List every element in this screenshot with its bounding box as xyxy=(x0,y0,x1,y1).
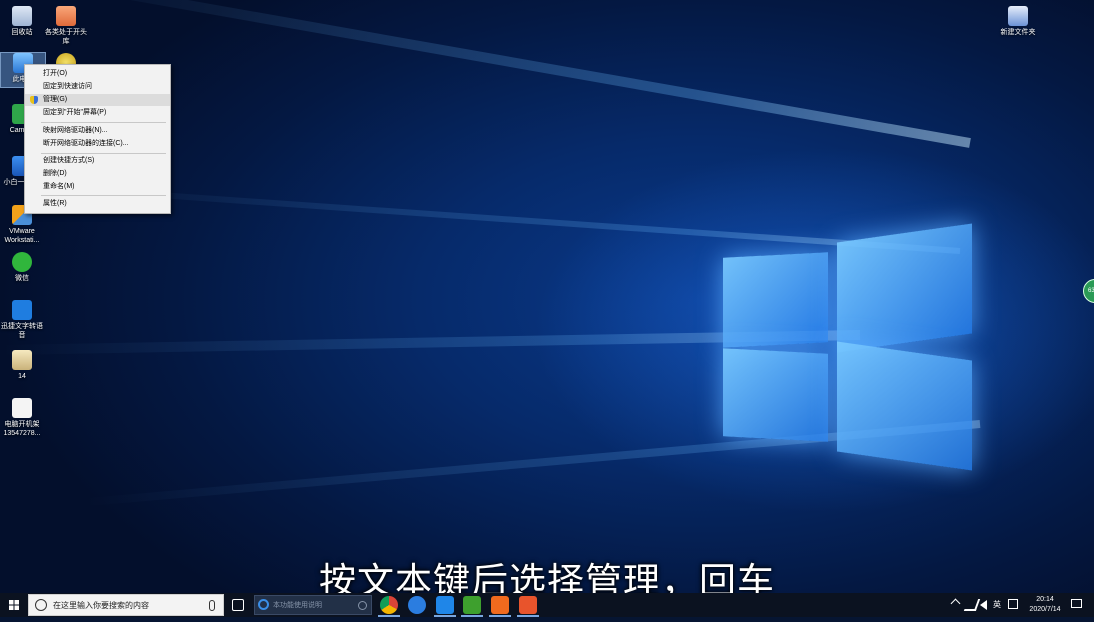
music-file-icon xyxy=(12,398,32,418)
edge-icon[interactable] xyxy=(408,596,426,614)
folder-icon xyxy=(56,6,76,26)
desktop-icon-label: 各类处于开头库 xyxy=(45,29,87,45)
ie-icon xyxy=(258,599,269,610)
volume-icon[interactable] xyxy=(980,600,987,610)
desktop-icon-new-folder[interactable]: 新建文件夹 xyxy=(996,6,1040,37)
search-icon xyxy=(358,601,367,610)
light-beam xyxy=(53,0,971,148)
clock-time: 20:14 xyxy=(1036,596,1054,603)
menu-item-label: 管理(G) xyxy=(43,96,68,103)
clock[interactable]: 20:14 2020/7/14 xyxy=(1025,595,1065,615)
menu-item-rename[interactable]: 重命名(M) xyxy=(25,181,170,193)
task-view-icon[interactable] xyxy=(232,599,244,611)
chevron-up-icon[interactable] xyxy=(950,598,961,609)
floating-widget[interactable]: 63 xyxy=(1083,279,1094,303)
logo-pane xyxy=(837,341,972,471)
menu-separator xyxy=(41,195,166,196)
ime-icon[interactable] xyxy=(1008,599,1018,609)
menu-separator xyxy=(41,153,166,154)
desktop-icon-label: 迅捷文字转语音 xyxy=(1,323,43,339)
windows-start-icon xyxy=(9,600,19,610)
desktop-icon-label: 微信 xyxy=(15,275,29,282)
desktop-icon-label: 14 xyxy=(18,373,26,380)
desktop: 回收站 各类处于开头库 此电脑 Cam 20 小白一键 系 VMware Wor… xyxy=(0,0,1094,593)
clock-date: 2020/7/14 xyxy=(1029,606,1061,613)
ie-address-bar[interactable]: 本功能使用说明 xyxy=(254,595,372,615)
taskbar: 在这里输入你要搜索的内容 本功能使用说明 英 20:14 2020/7/14 xyxy=(0,593,1094,617)
desktop-icon-music[interactable]: 电脑开机架 13547278... xyxy=(0,398,44,438)
file-icon xyxy=(12,350,32,370)
menu-item-pin-quick-access[interactable]: 固定到快速访问 xyxy=(25,81,170,93)
microphone-icon xyxy=(209,600,215,611)
menu-separator xyxy=(41,122,166,123)
menu-item-properties[interactable]: 属性(R) xyxy=(25,198,170,210)
desktop-icon-xunjie[interactable]: 迅捷文字转语音 xyxy=(0,300,44,340)
desktop-icon-label: 新建文件夹 xyxy=(1000,29,1036,36)
start-button[interactable] xyxy=(0,593,28,617)
desktop-icon-14[interactable]: 14 xyxy=(0,350,44,381)
menu-item-create-shortcut[interactable]: 创建快捷方式(S) xyxy=(25,155,170,167)
desktop-icon-wechat[interactable]: 微信 xyxy=(0,252,44,283)
logo-pane xyxy=(723,348,828,442)
app-orange-icon[interactable] xyxy=(491,596,509,614)
context-menu: 打开(O) 固定到快速访问 管理(G) 固定到"开始"屏幕(P) 映射网络驱动器… xyxy=(24,64,171,214)
desktop-icon-label: VMware Workstati... xyxy=(4,228,40,244)
menu-item-pin-start[interactable]: 固定到"开始"屏幕(P) xyxy=(25,107,170,119)
menu-item-open[interactable]: 打开(O) xyxy=(25,68,170,80)
desktop-icon-label: 回收站 xyxy=(11,29,33,36)
logo-pane xyxy=(837,223,972,353)
windows-logo xyxy=(715,215,980,480)
taskbar-search-box[interactable]: 在这里输入你要搜索的内容 xyxy=(28,594,224,616)
xunjie-icon xyxy=(12,300,32,320)
desktop-icon-startup-folder[interactable]: 各类处于开头库 xyxy=(44,6,88,46)
folder-icon xyxy=(1008,6,1028,26)
search-placeholder: 在这里输入你要搜索的内容 xyxy=(53,601,149,610)
shield-icon xyxy=(30,96,38,104)
desktop-icon-recycle-bin[interactable]: 回收站 xyxy=(0,6,44,37)
app-blue-icon[interactable] xyxy=(436,596,454,614)
app-green-icon[interactable] xyxy=(463,596,481,614)
menu-item-disconnect-drive[interactable]: 断开网络驱动器的连接(C)... xyxy=(25,138,170,150)
search-icon xyxy=(35,599,47,611)
desktop-icon-label: 电脑开机架 13547278... xyxy=(3,421,41,437)
ie-address-text: 本功能使用说明 xyxy=(273,602,322,609)
chrome-icon[interactable] xyxy=(380,596,398,614)
wechat-icon xyxy=(12,252,32,272)
input-language[interactable]: 英 xyxy=(993,599,1001,610)
app-red-icon[interactable] xyxy=(519,596,537,614)
logo-pane xyxy=(723,252,828,348)
menu-item-manage[interactable]: 管理(G) xyxy=(25,94,170,106)
menu-item-delete[interactable]: 删除(D) xyxy=(25,168,170,180)
recycle-bin-icon xyxy=(12,6,32,26)
menu-item-map-drive[interactable]: 映射网络驱动器(N)... xyxy=(25,125,170,137)
network-icon[interactable] xyxy=(963,599,981,611)
notification-icon[interactable] xyxy=(1071,599,1082,608)
